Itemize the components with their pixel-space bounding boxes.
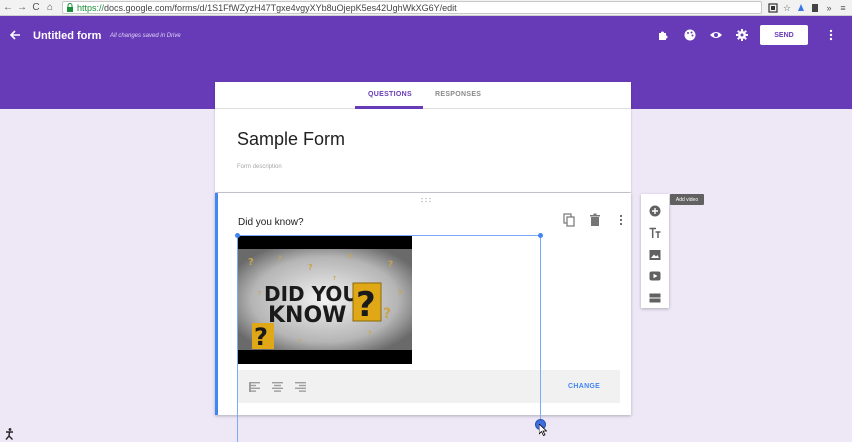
address-bar[interactable]: https://docs.google.com/forms/d/1S1FfWZy… — [62, 1, 762, 14]
align-right-icon[interactable] — [295, 382, 306, 392]
browser-reload-button[interactable]: C — [30, 1, 42, 15]
more-extensions-icon[interactable]: » — [824, 3, 834, 13]
extension-icons: ☆ » ≡ — [768, 1, 852, 15]
active-tab-indicator — [355, 106, 423, 109]
delete-icon[interactable] — [589, 213, 601, 227]
tab-questions[interactable]: QUESTIONS — [368, 91, 412, 98]
preview-eye-icon[interactable] — [709, 28, 723, 42]
browser-home-button[interactable]: ⌂ — [44, 1, 56, 15]
add-section-icon[interactable] — [649, 292, 661, 304]
align-left-icon[interactable] — [249, 382, 260, 392]
tab-responses[interactable]: RESPONSES — [435, 91, 481, 98]
url-text: docs.google.com/forms/d/1S1FfWZyzH47Tgxe… — [104, 2, 457, 13]
add-title-icon[interactable] — [649, 227, 661, 239]
resize-handle-top-left[interactable] — [235, 233, 240, 238]
addon-icon[interactable] — [656, 28, 670, 42]
settings-gear-icon[interactable] — [735, 28, 749, 42]
browser-forward-button[interactable]: → — [16, 1, 28, 15]
svg-text:?: ? — [383, 306, 391, 322]
url-scheme: https:// — [77, 2, 105, 13]
add-item-toolbar — [641, 194, 669, 308]
align-center-icon[interactable] — [272, 382, 283, 392]
svg-text:?: ? — [298, 339, 301, 345]
svg-text:?: ? — [388, 260, 393, 270]
screenshot-icon[interactable] — [768, 3, 778, 13]
send-button[interactable]: SEND — [760, 25, 808, 45]
question-card[interactable]: Did you know? ? ? ? ? ? ? ? ? ? ? DID YO… — [215, 193, 631, 415]
selection-frame-right — [540, 235, 541, 425]
resize-handle-top-right[interactable] — [538, 233, 543, 238]
add-video-icon[interactable] — [649, 270, 661, 282]
more-vert-icon[interactable] — [826, 28, 836, 42]
extension-icon[interactable] — [796, 3, 806, 13]
palette-icon[interactable] — [683, 28, 697, 42]
video-text-line2: KNOW — [268, 303, 346, 328]
browser-back-button[interactable]: ← — [2, 1, 14, 15]
question-title[interactable]: Did you know? — [238, 217, 304, 228]
browser-toolbar: ← → C ⌂ https://docs.google.com/forms/d/… — [0, 0, 852, 16]
svg-text:?: ? — [356, 285, 376, 325]
add-question-icon[interactable] — [649, 205, 661, 217]
form-title[interactable]: Sample Form — [237, 129, 345, 150]
star-icon[interactable]: ☆ — [782, 3, 792, 13]
svg-text:?: ? — [278, 255, 282, 262]
svg-text:?: ? — [368, 330, 372, 337]
drag-handle-icon[interactable] — [420, 197, 432, 203]
svg-text:?: ? — [248, 257, 254, 268]
change-video-button[interactable]: CHANGE — [568, 383, 600, 390]
lock-icon — [66, 3, 74, 12]
pocket-icon[interactable] — [810, 3, 820, 13]
form-description-field[interactable]: Form description — [237, 164, 282, 170]
svg-text:?: ? — [308, 263, 313, 272]
svg-text:?: ? — [254, 323, 268, 351]
tooltip: Add video — [670, 194, 704, 205]
svg-text:?: ? — [398, 289, 402, 297]
form-name[interactable]: Untitled form — [33, 30, 101, 42]
duplicate-icon[interactable] — [563, 213, 575, 227]
back-arrow-icon[interactable] — [8, 28, 22, 42]
selection-frame-left — [237, 235, 238, 442]
svg-text:?: ? — [258, 291, 261, 297]
alignment-toolbar: CHANGE — [238, 370, 620, 403]
more-vert-icon[interactable] — [615, 213, 627, 227]
menu-icon[interactable]: ≡ — [838, 3, 848, 13]
mouse-pointer-icon — [539, 424, 547, 436]
selection-frame-top — [237, 235, 541, 236]
add-image-icon[interactable] — [649, 249, 661, 261]
form-header-card: QUESTIONS RESPONSES Sample Form Form des… — [215, 82, 631, 192]
video-thumbnail[interactable]: ? ? ? ? ? ? ? ? ? ? DID YOU KNOW ? ? ? — [238, 235, 412, 364]
video-thumbnail-art: ? ? ? ? ? ? ? ? ? ? DID YOU KNOW ? ? ? — [238, 235, 412, 364]
svg-text:?: ? — [348, 253, 352, 261]
tab-bar: QUESTIONS RESPONSES — [215, 82, 631, 109]
accessibility-icon[interactable] — [4, 428, 15, 440]
save-status: All changes saved in Drive — [110, 33, 181, 39]
